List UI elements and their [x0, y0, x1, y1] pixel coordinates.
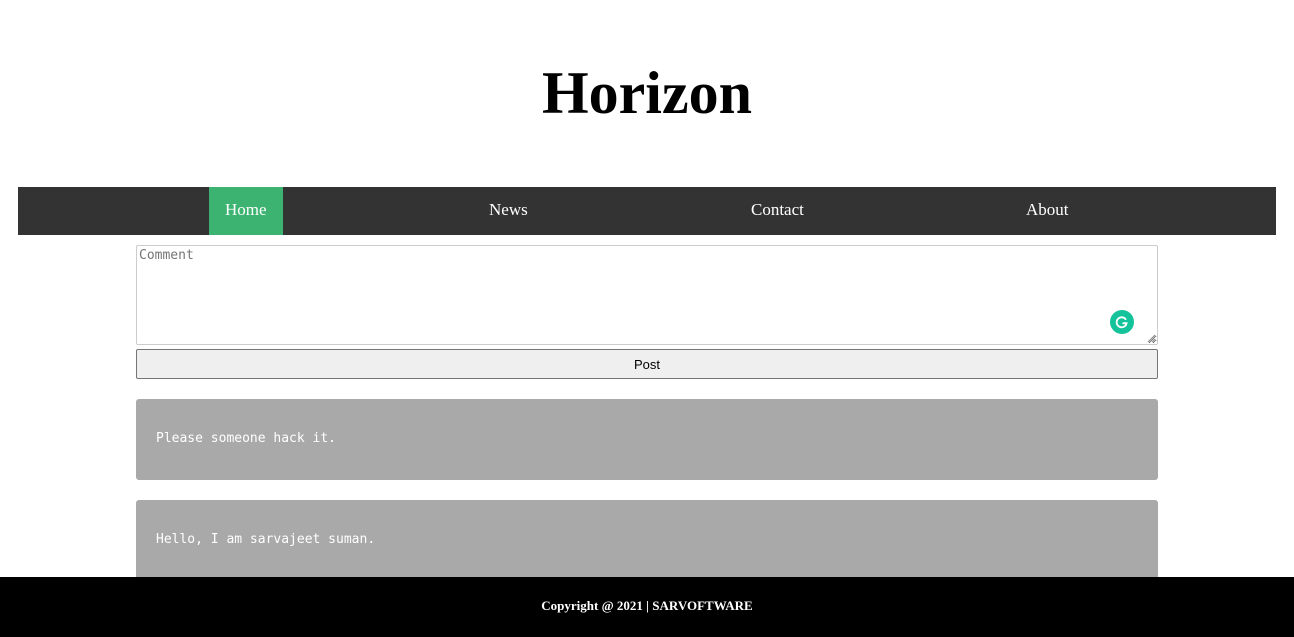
- footer: Copyright @ 2021 | SARVOFTWARE: [0, 577, 1294, 637]
- post-text: Please someone hack it.: [156, 431, 337, 446]
- page: Horizon Home News Contact About Post Ple…: [0, 0, 1294, 637]
- nav-item-news[interactable]: News: [473, 187, 544, 235]
- nav-item-about[interactable]: About: [1010, 187, 1085, 235]
- site-title: Horizon: [542, 60, 752, 126]
- comment-input[interactable]: [136, 245, 1158, 345]
- post-card: Hello, I am sarvajeet suman.: [136, 500, 1158, 581]
- footer-copyright: Copyright @ 2021 | SARVOFTWARE: [541, 598, 753, 613]
- nav-item-contact[interactable]: Contact: [735, 187, 820, 235]
- resize-grip-icon[interactable]: [1147, 334, 1156, 343]
- nav-item-home[interactable]: Home: [209, 187, 283, 235]
- grammarly-glyph: [1115, 316, 1128, 329]
- post-text: Hello, I am sarvajeet suman.: [156, 532, 376, 547]
- post-card: Please someone hack it.: [136, 399, 1158, 480]
- grammarly-icon[interactable]: [1110, 310, 1134, 334]
- main-navbar: Home News Contact About: [18, 187, 1276, 235]
- post-button[interactable]: Post: [136, 349, 1158, 379]
